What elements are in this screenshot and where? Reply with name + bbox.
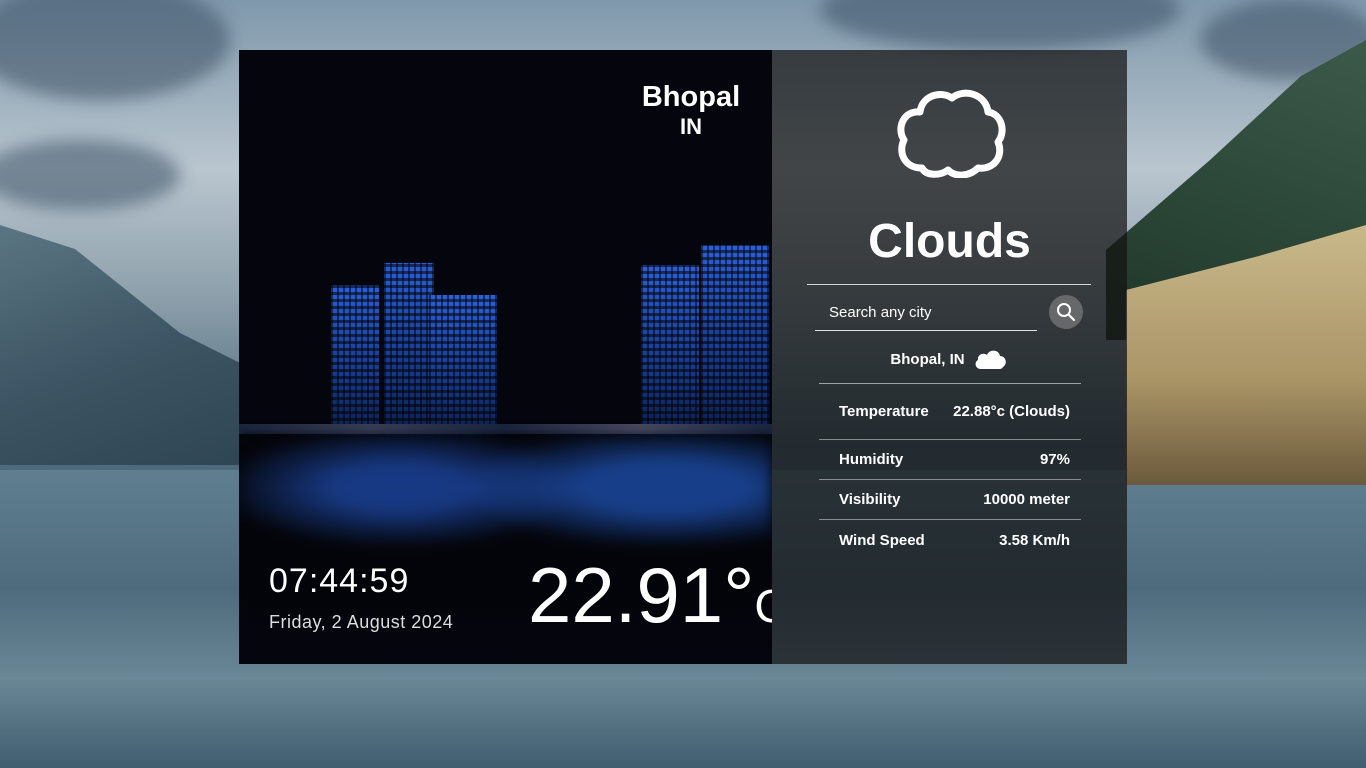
city-name: Bhopal (641, 81, 741, 113)
temperature-unit: C (754, 580, 772, 632)
stat-row-wind-speed: Wind Speed 3.58 Km/h (819, 520, 1081, 560)
current-time: 07:44:59 (269, 562, 410, 600)
divider (807, 284, 1091, 285)
stat-row-temperature: Temperature 22.88°c (Clouds) (819, 398, 1081, 440)
weather-card: Bhopal IN 07:44:59 Friday, 2 August 2024… (239, 50, 1127, 664)
weather-stats-table: Temperature 22.88°c (Clouds) Humidity 97… (819, 398, 1081, 560)
temperature-value: 22.91° (528, 551, 755, 639)
stat-value: 97% (1039, 451, 1070, 468)
searched-location: Bhopal, IN (772, 347, 1127, 371)
stat-value: 22.88°c (Clouds) (953, 403, 1070, 420)
stat-label: Temperature (839, 403, 929, 420)
current-date: Friday, 2 August 2024 (269, 612, 454, 632)
stat-label: Wind Speed (839, 531, 925, 549)
condition-label: Clouds (868, 215, 1031, 268)
searched-location-label: Bhopal, IN (890, 350, 965, 368)
country-code: IN (680, 114, 702, 139)
location-header: Bhopal IN (634, 80, 748, 140)
search-button[interactable] (1049, 295, 1083, 329)
stat-label: Visibility (839, 491, 901, 508)
stat-row-humidity: Humidity 97% (819, 440, 1081, 480)
search-bar (815, 295, 1095, 331)
details-panel: Clouds Bhopal, IN Temperature 22.88°c (C… (772, 50, 1127, 664)
city-panel: Bhopal IN 07:44:59 Friday, 2 August 2024… (239, 50, 772, 664)
current-temperature: 22.91°C (528, 550, 772, 641)
stat-value: 3.58 Km/h (999, 531, 1070, 549)
search-icon (1057, 303, 1076, 322)
cloud-icon (894, 88, 1006, 179)
small-cloud-icon (975, 350, 1006, 369)
stat-value: 10000 meter (983, 491, 1070, 508)
stat-row-visibility: Visibility 10000 meter (819, 480, 1081, 520)
divider (819, 383, 1081, 384)
stat-label: Humidity (839, 451, 904, 468)
search-input[interactable] (815, 295, 1037, 331)
city-skyline-image (239, 235, 772, 435)
